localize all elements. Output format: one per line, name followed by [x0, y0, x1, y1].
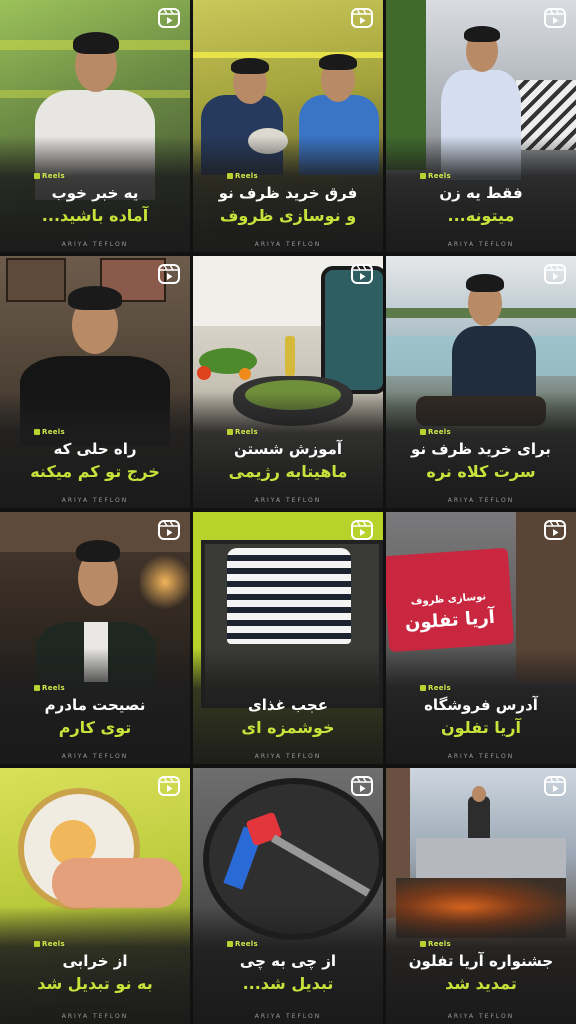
reel-icon	[351, 520, 373, 540]
reel-tile-2[interactable]: Reels فرق خرید ظرف نو و نوسازی ظروف ARIY…	[193, 0, 383, 252]
reel-caption-line2: تبدیل شد...	[242, 974, 334, 993]
reel-caption-line2: و نوسازی ظروف	[219, 206, 357, 225]
reels-tag: Reels	[420, 684, 451, 692]
brand-watermark: ARIYA TEFLON	[254, 753, 322, 760]
brand-watermark: ARIYA TEFLON	[61, 497, 129, 504]
reel-tile-10[interactable]: Reels از خرابی به نو تبدیل شد ARIYA TEFL…	[0, 768, 190, 1024]
reel-icon	[544, 264, 566, 284]
sign-title: آریا تفلون	[404, 606, 496, 635]
reels-tag: Reels	[34, 940, 65, 948]
reel-icon	[158, 8, 180, 28]
reel-icon	[544, 520, 566, 540]
reel-caption-line1: راه حلی که	[53, 440, 137, 458]
reel-caption-line1: یه خبر خوب	[51, 184, 139, 202]
reel-caption-line1: از خرابی	[62, 952, 128, 970]
brand-watermark: ARIYA TEFLON	[61, 241, 129, 248]
reel-caption-line2: تمدید شد	[445, 974, 517, 993]
reels-tag: Reels	[34, 428, 65, 436]
brand-watermark: ARIYA TEFLON	[447, 1013, 515, 1020]
reel-caption-line1: آدرس فروشگاه	[424, 696, 538, 714]
reel-tile-12[interactable]: Reels جشنواره آریا تفلون تمدید شد ARIYA …	[386, 768, 576, 1024]
brand-watermark: ARIYA TEFLON	[447, 241, 515, 248]
reel-caption-line2: آریا تفلون	[440, 718, 522, 737]
reel-caption-line1: برای خرید ظرف نو	[411, 440, 551, 458]
reel-caption-line2: به نو تبدیل شد	[37, 974, 153, 993]
reel-caption-line1: فرق خرید ظرف نو	[218, 184, 358, 202]
reel-caption-line1: فقط یه زن	[439, 184, 523, 202]
brand-watermark: ARIYA TEFLON	[254, 1013, 322, 1020]
reel-icon	[158, 520, 180, 540]
brand-watermark: ARIYA TEFLON	[254, 497, 322, 504]
reels-tag: Reels	[420, 940, 451, 948]
reels-tag: Reels	[420, 428, 451, 436]
reel-tile-4[interactable]: Reels راه حلی که خرج تو کم میکنه ARIYA T…	[0, 256, 190, 508]
reel-icon	[544, 8, 566, 28]
reel-caption-line2: سرت کلاه نره	[426, 462, 536, 481]
reel-icon	[351, 8, 373, 28]
reels-tag: Reels	[227, 940, 258, 948]
reels-tag: Reels	[420, 172, 451, 180]
brand-watermark: ARIYA TEFLON	[447, 753, 515, 760]
reel-icon	[351, 776, 373, 796]
reel-caption-line1: نصیحت مادرم	[44, 696, 146, 714]
reel-tile-6[interactable]: Reels برای خرید ظرف نو سرت کلاه نره ARIY…	[386, 256, 576, 508]
reel-tile-9[interactable]: نوسازی ظروف آریا تفلون Reels آدرس فروشگا…	[386, 512, 576, 764]
reels-grid: Reels یه خبر خوب آماده باشید... ARIYA TE…	[0, 0, 576, 1024]
reel-caption-line2: آماده باشید...	[41, 206, 149, 225]
reel-icon	[158, 264, 180, 284]
reel-caption-line1: از چی به چی	[239, 952, 337, 970]
reel-tile-11[interactable]: Reels از چی به چی تبدیل شد... ARIYA TEFL…	[193, 768, 383, 1024]
reel-tile-5[interactable]: Reels آموزش شستن ماهیتابه رژیمی ARIYA TE…	[193, 256, 383, 508]
reel-icon	[544, 776, 566, 796]
reel-caption-line1: جشنواره آریا تفلون	[408, 952, 554, 970]
store-sign: نوسازی ظروف آریا تفلون	[386, 547, 515, 653]
reels-tag: Reels	[227, 172, 258, 180]
brand-watermark: ARIYA TEFLON	[61, 1013, 129, 1020]
reel-icon	[158, 776, 180, 796]
reel-tile-8[interactable]: عجب غذای خوشمزه ای ARIYA TEFLON	[193, 512, 383, 764]
reel-tile-7[interactable]: Reels نصیحت مادرم توی کارم ARIYA TEFLON	[0, 512, 190, 764]
reel-icon	[351, 264, 373, 284]
reels-tag: Reels	[34, 684, 65, 692]
reels-tag: Reels	[34, 172, 65, 180]
reel-caption-line2: خرج تو کم میکنه	[30, 462, 160, 481]
reel-caption-line1: آموزش شستن	[233, 440, 343, 458]
reel-tile-3[interactable]: Reels فقط یه زن میتونه... ARIYA TEFLON	[386, 0, 576, 252]
brand-watermark: ARIYA TEFLON	[254, 241, 322, 248]
reel-tile-1[interactable]: Reels یه خبر خوب آماده باشید... ARIYA TE…	[0, 0, 190, 252]
reel-caption-line2: میتونه...	[447, 206, 515, 225]
reel-caption-line1: عجب غذای	[248, 696, 328, 714]
reel-caption-line2: ماهیتابه رژیمی	[228, 462, 348, 481]
reel-caption-line2: توی کارم	[58, 718, 132, 737]
brand-watermark: ARIYA TEFLON	[61, 753, 129, 760]
reel-caption-line2: خوشمزه ای	[241, 718, 335, 737]
reels-tag: Reels	[227, 428, 258, 436]
brand-watermark: ARIYA TEFLON	[447, 497, 515, 504]
